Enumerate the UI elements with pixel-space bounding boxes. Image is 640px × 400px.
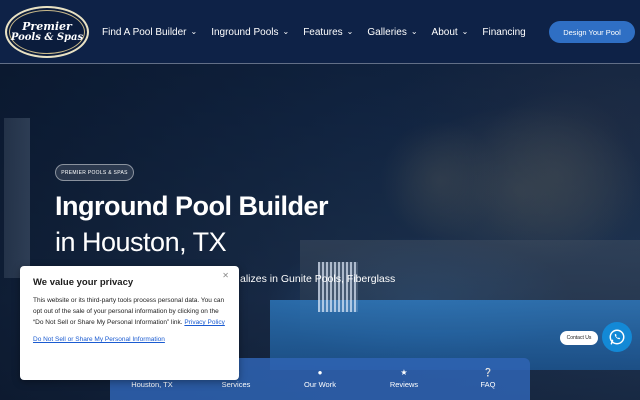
close-icon[interactable]: ✕ (222, 271, 229, 280)
nav-item-features[interactable]: Features ⌄ (303, 27, 353, 38)
quick-nav-label: FAQ (480, 380, 496, 389)
map-pin-icon: ● (317, 368, 323, 377)
main-nav: Find A Pool Builder ⌄ Inground Pools ⌄ F… (102, 0, 540, 64)
privacy-policy-link[interactable]: Privacy Policy (184, 319, 224, 326)
nav-label: Financing (482, 26, 526, 38)
nav-label: Galleries (367, 26, 407, 38)
hero-waterfall (318, 262, 358, 312)
quick-nav-faq[interactable]: ❔ FAQ (446, 358, 530, 400)
chevron-down-icon: ⌄ (346, 26, 354, 36)
hero-title-location: in Houston, TX (55, 227, 227, 257)
hero-subtitle: alizes in Gunite Pools, Fiberglass (240, 273, 396, 285)
nav-label: About (431, 26, 458, 38)
quick-nav-label: Our Work (304, 380, 336, 389)
nav-label: Find A Pool Builder (102, 26, 187, 38)
chevron-down-icon: ⌄ (190, 26, 198, 36)
hero-title: Inground Pool Builder (55, 191, 328, 221)
do-not-sell-link[interactable]: Do Not Sell or Share My Personal Informa… (33, 336, 226, 343)
nav-item-find-a-pool-builder[interactable]: Find A Pool Builder ⌄ (102, 27, 197, 38)
privacy-popup: ✕ We value your privacy This website or … (20, 266, 239, 380)
quick-nav-our-work[interactable]: ● Our Work (278, 358, 362, 400)
chevron-down-icon: ⌄ (461, 26, 469, 36)
quick-nav-label: Reviews (389, 380, 419, 389)
design-your-pool-button[interactable]: Design Your Pool (549, 21, 635, 43)
chevron-down-icon: ⌄ (410, 26, 418, 36)
site-logo[interactable]: Premier Pools & Spas (5, 6, 89, 58)
nav-item-galleries[interactable]: Galleries ⌄ (367, 27, 417, 38)
nav-item-inground-pools[interactable]: Inground Pools ⌄ (211, 27, 289, 38)
nav-label: Features (303, 26, 343, 38)
question-icon: ❔ (483, 368, 493, 377)
nav-label: Inground Pools (211, 26, 279, 38)
quick-nav-label: Houston, TX (131, 380, 173, 389)
quick-nav-reviews[interactable]: ★ Reviews (362, 358, 446, 400)
whatsapp-icon (609, 329, 625, 345)
star-icon: ★ (400, 368, 408, 377)
contact-us-label[interactable]: Contact Us (560, 331, 598, 345)
whatsapp-button[interactable] (602, 322, 632, 352)
nav-item-about[interactable]: About ⌄ (432, 27, 469, 38)
nav-item-financing[interactable]: Financing (482, 27, 525, 38)
hero-badge: PREMIER POOLS & SPAS (55, 164, 134, 181)
quick-nav-label: Services (221, 380, 251, 389)
privacy-body: This website or its third-party tools pr… (33, 295, 226, 328)
hero-tree (380, 120, 500, 240)
chevron-down-icon: ⌄ (282, 26, 290, 36)
hero-pillar (4, 118, 30, 278)
privacy-title: We value your privacy (33, 277, 134, 288)
logo-line2: Pools & Spas (10, 31, 84, 43)
site-header: Premier Pools & Spas Find A Pool Builder… (0, 0, 640, 64)
logo-line1: Premier (22, 19, 72, 33)
